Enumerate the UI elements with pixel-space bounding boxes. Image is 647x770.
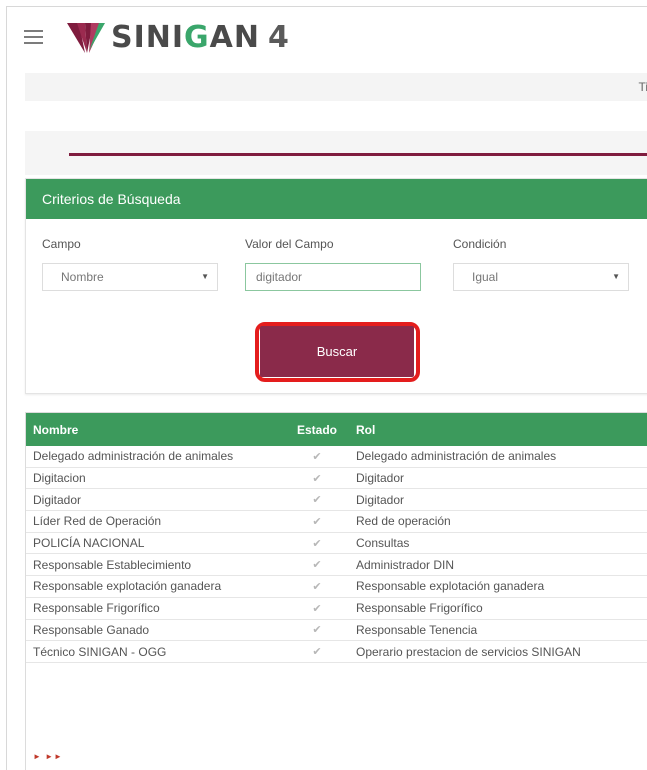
search-panel-title: Criterios de Búsqueda: [26, 179, 647, 219]
cell-estado: ✔: [285, 446, 349, 468]
table-row[interactable]: Responsable explotación ganadera ✔ Respons…: [26, 575, 647, 598]
results-table: Nombre Estado Rol Delegado administració…: [26, 413, 647, 663]
cell-estado: ✔: [285, 467, 349, 490]
table-row[interactable]: Responsable Frigorífico ✔ Responsable Frig…: [26, 597, 647, 620]
cell-rol: Administrador DIN: [349, 553, 647, 577]
search-criteria-panel: Criterios de Búsqueda Campo Nombre ▼ Val…: [25, 178, 647, 394]
valor-label: Valor del Campo: [245, 237, 334, 251]
table-row[interactable]: Responsable Establecimiento ✔ Administrado…: [26, 553, 647, 577]
cell-estado: ✔: [285, 532, 349, 555]
cell-rol: Consultas: [349, 532, 647, 555]
cell-rol: Responsable explotación ganadera: [349, 575, 647, 598]
app-version: 4: [268, 20, 290, 55]
table-row[interactable]: Técnico SINIGAN - OGG ✔ Operario prestacio…: [26, 640, 647, 663]
cell-rol: Digitador: [349, 488, 647, 512]
table-header-row: Nombre Estado Rol: [26, 413, 647, 446]
info-strip: Ti: [25, 73, 647, 101]
top-navbar: SINIGAN 4: [7, 7, 647, 71]
cell-nombre: Responsable explotación ganadera: [26, 575, 285, 598]
cell-estado: ✔: [285, 510, 349, 533]
cell-rol: Digitador: [349, 467, 647, 490]
cell-rol: Delegado administración de animales: [349, 446, 647, 468]
hamburger-icon[interactable]: [24, 30, 43, 45]
pagination-arrows[interactable]: ► ►►: [33, 752, 63, 761]
cell-nombre: Responsable Ganado: [26, 619, 285, 642]
cell-nombre: POLICÍA NACIONAL: [26, 532, 285, 555]
table-row[interactable]: Responsable Ganado ✔ Responsable Tenencia: [26, 619, 647, 642]
cell-nombre: Técnico SINIGAN - OGG: [26, 640, 285, 663]
column-header-estado[interactable]: Estado: [285, 413, 349, 446]
app-logo-text: SINIGAN 4: [111, 20, 290, 55]
campo-select-value: Nombre: [61, 270, 104, 284]
table-row[interactable]: Digitacion ✔ Digitador: [26, 467, 647, 490]
cell-rol: Red de operación: [349, 510, 647, 533]
condicion-label: Condición: [453, 237, 507, 251]
campo-label: Campo: [42, 237, 81, 251]
cell-nombre: Responsable Frigorífico: [26, 597, 285, 620]
column-header-nombre[interactable]: Nombre: [26, 413, 285, 446]
column-header-rol[interactable]: Rol: [349, 413, 647, 446]
cell-nombre: Líder Red de Operación: [26, 510, 285, 533]
cell-nombre: Responsable Establecimiento: [26, 553, 285, 577]
results-table-panel: Nombre Estado Rol Delegado administració…: [25, 412, 647, 770]
cell-nombre: Digitador: [26, 488, 285, 512]
section-divider: [69, 153, 647, 156]
table-row[interactable]: Delegado administración de animales ✔ Dele…: [26, 446, 647, 468]
sinigan-logo-icon: [67, 23, 105, 53]
cell-rol: Responsable Tenencia: [349, 619, 647, 642]
valor-input[interactable]: digitador: [245, 263, 421, 291]
cell-rol: Responsable Frigorífico: [349, 597, 647, 620]
cell-estado: ✔: [285, 488, 349, 512]
campo-select[interactable]: Nombre ▼: [42, 263, 218, 291]
search-button[interactable]: Buscar: [260, 326, 414, 377]
cell-nombre: Delegado administración de animales: [26, 446, 285, 468]
cell-estado: ✔: [285, 619, 349, 642]
cell-estado: ✔: [285, 640, 349, 663]
table-row[interactable]: Digitador ✔ Digitador: [26, 488, 647, 512]
chevron-down-icon: ▼: [201, 272, 209, 281]
condicion-select[interactable]: Igual ▼: [453, 263, 629, 291]
cell-rol: Operario prestacion de servicios SINIGAN: [349, 640, 647, 663]
app-frame: SINIGAN4 Ti Criterios de Búsqueda Campo …: [6, 6, 647, 770]
cell-nombre: Digitacion: [26, 467, 285, 490]
table-row[interactable]: POLICÍA NACIONAL ✔ Consultas: [26, 532, 647, 555]
table-row[interactable]: Líder Red de Operación ✔ Red de operación: [26, 510, 647, 533]
cell-estado: ✔: [285, 553, 349, 577]
cell-estado: ✔: [285, 597, 349, 620]
cell-estado: ✔: [285, 575, 349, 598]
chevron-down-icon: ▼: [612, 272, 620, 281]
condicion-select-value: Igual: [472, 270, 499, 284]
info-strip-text: Ti: [638, 80, 647, 94]
